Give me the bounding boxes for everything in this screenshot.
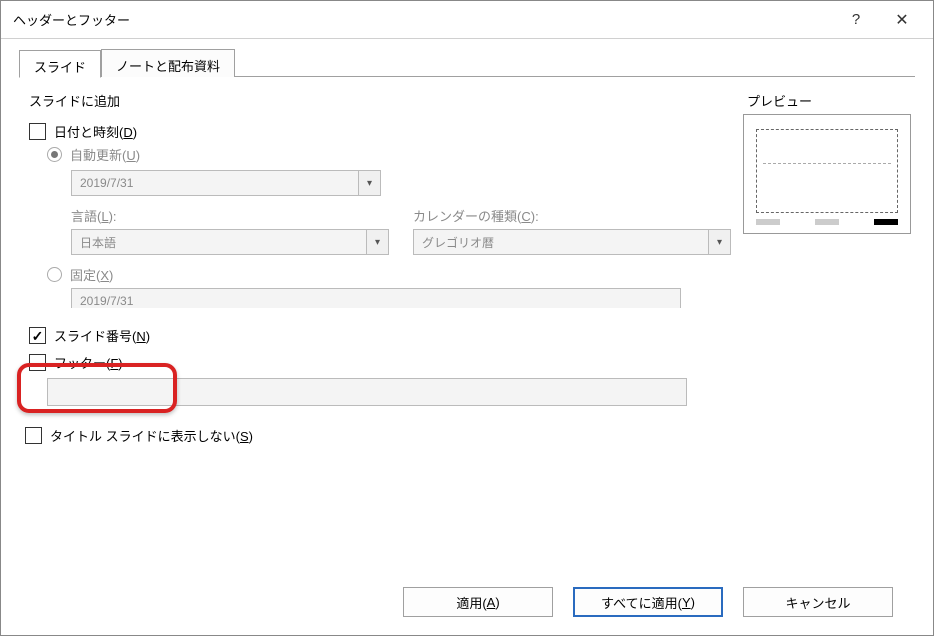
label-datetime: 日付と時刻(D) [54,122,137,141]
radio-auto-update [47,147,62,162]
help-button[interactable]: ? [833,2,879,38]
checkbox-footer[interactable] [29,354,46,371]
preview-slide [756,129,898,213]
col-language: 言語(L): 日本語 [71,206,389,255]
textbox-fixed-date: 2019/7/31 [71,288,681,314]
label-auto-update: 自動更新(U) [70,145,140,164]
select-auto-date-value: 2019/7/31 [72,176,358,190]
tab-content: スライドに追加 日付と時刻(D) 自動更新(U) [19,77,915,573]
chevron-down-icon [358,171,380,195]
row-auto-update: 自動更新(U) [47,145,731,164]
preview-legend: プレビュー [743,91,911,110]
label-slide-number: スライド番号(N) [54,326,150,345]
label-footer: フッター(F) [54,353,123,372]
preview-ph-center [815,219,839,225]
checkbox-slide-number[interactable] [29,327,46,344]
tab-slide[interactable]: スライド [19,50,101,78]
checkbox-datetime[interactable] [29,123,46,140]
select-calendar: グレゴリオ暦 [413,229,731,255]
group-legend-add: スライドに追加 [25,91,731,110]
label-fixed: 固定(X) [70,265,113,284]
preview-ph-left [756,219,780,225]
left-panel: スライドに追加 日付と時刻(D) 自動更新(U) [23,91,731,573]
wrap-auto-date: 2019/7/31 [71,170,381,196]
group-add-to-slide: スライドに追加 日付と時刻(D) 自動更新(U) [23,91,731,406]
chevron-down-icon [708,230,730,254]
dialog-title: ヘッダーとフッター [13,10,833,29]
col-calendar: カレンダーの種類(C): グレゴリオ暦 [413,206,731,255]
label-hide-title-slide: タイトル スライドに表示しない(S) [50,426,253,445]
select-language-value: 日本語 [72,234,366,251]
header-footer-dialog: ヘッダーとフッター ? ✕ スライド ノートと配布資料 スライドに追加 日付と時… [0,0,934,636]
textbox-footer [47,378,687,406]
row-footer[interactable]: フッター(F) [29,353,731,372]
tabs: スライド ノートと配布資料 [19,49,915,77]
row-fixed: 固定(X) [47,265,731,284]
select-auto-date: 2019/7/31 [71,170,381,196]
right-panel: プレビュー [743,91,911,573]
select-language: 日本語 [71,229,389,255]
dialog-footer: 適用(A) すべてに適用(Y) キャンセル [19,573,915,635]
checkbox-hide-title-slide[interactable] [25,427,42,444]
row-hide-title-slide[interactable]: タイトル スライドに表示しない(S) [25,426,731,445]
apply-button[interactable]: 適用(A) [403,587,553,617]
close-button[interactable]: ✕ [879,2,925,38]
row-slide-number[interactable]: スライド番号(N) [29,326,731,345]
wrap-fixed-text: 2019/7/31 [71,288,681,314]
tab-notes-handouts[interactable]: ノートと配布資料 [101,49,235,77]
select-calendar-value: グレゴリオ暦 [414,234,708,251]
row-datetime[interactable]: 日付と時刻(D) [29,122,731,141]
label-calendar: カレンダーの種類(C): [413,206,731,225]
titlebar: ヘッダーとフッター ? ✕ [1,1,933,39]
radio-fixed [47,267,62,282]
preview-box [743,114,911,234]
chevron-down-icon [366,230,388,254]
dialog-body: スライド ノートと配布資料 スライドに追加 日付と時刻(D) [1,39,933,635]
preview-placeholders [756,219,898,225]
preview-ph-right [874,219,898,225]
cancel-button[interactable]: キャンセル [743,587,893,617]
apply-all-button[interactable]: すべてに適用(Y) [573,587,723,617]
label-language: 言語(L): [71,206,389,225]
wrap-footer-text [47,378,687,406]
